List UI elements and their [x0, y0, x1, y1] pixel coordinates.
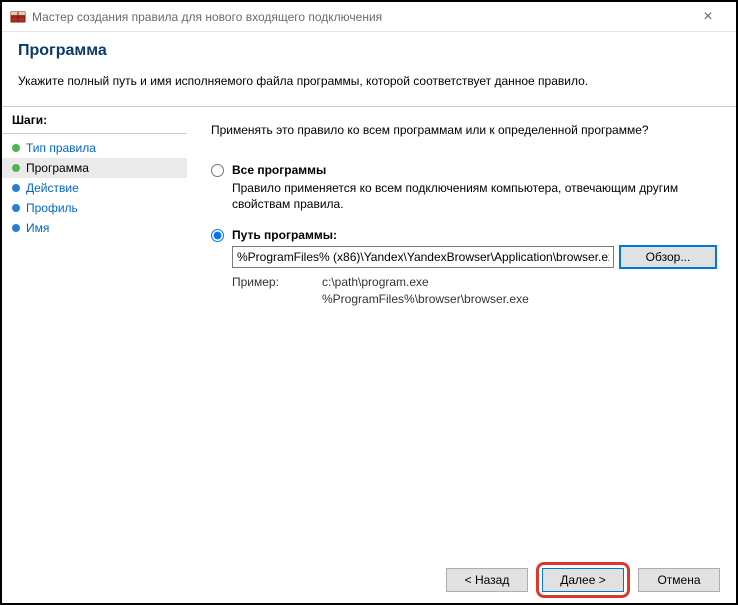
page-title: Программа — [18, 42, 720, 60]
step-rule-type[interactable]: Тип правила — [2, 138, 187, 158]
header: Программа Укажите полный путь и имя испо… — [2, 32, 736, 100]
back-button[interactable]: < Назад — [446, 568, 528, 592]
example-block: Пример: c:\path\program.exe %ProgramFile… — [232, 274, 716, 306]
step-profile[interactable]: Профиль — [2, 198, 187, 218]
next-button[interactable]: Далее > — [542, 568, 624, 592]
radio-all-sub: Правило применяется ко всем подключениям… — [232, 180, 716, 212]
next-highlight: Далее > — [536, 562, 630, 598]
bullet-icon — [12, 224, 20, 232]
page-description: Укажите полный путь и имя исполняемого ф… — [18, 74, 720, 88]
content: Применять это правило ко всем программам… — [187, 107, 736, 555]
firewall-icon — [10, 9, 26, 25]
program-path-input[interactable] — [232, 246, 614, 268]
example-label: Пример: — [232, 274, 292, 306]
wizard-window: Мастер создания правила для нового входя… — [0, 0, 738, 605]
window-title: Мастер создания правила для нового входя… — [32, 10, 688, 24]
browse-button[interactable]: Обзор... — [620, 246, 716, 268]
steps-sidebar: Шаги: Тип правила Программа Действие Про… — [2, 107, 187, 555]
radio-all-programs[interactable] — [211, 164, 224, 177]
cancel-button[interactable]: Отмена — [638, 568, 720, 592]
step-action[interactable]: Действие — [2, 178, 187, 198]
footer: < Назад Далее > Отмена — [2, 555, 736, 603]
bullet-icon — [12, 184, 20, 192]
question-text: Применять это правило ко всем программам… — [211, 123, 716, 137]
radio-program-path[interactable] — [211, 229, 224, 242]
radio-all-label: Все программы — [232, 163, 326, 177]
example-lines: c:\path\program.exe %ProgramFiles%\brows… — [322, 274, 529, 306]
bullet-icon — [12, 204, 20, 212]
bullet-icon — [12, 144, 20, 152]
bullet-icon — [12, 164, 20, 172]
steps-heading: Шаги: — [2, 113, 187, 134]
close-button[interactable]: × — [688, 8, 728, 26]
option-program-path: Путь программы: Обзор... Пример: c:\path… — [211, 228, 716, 306]
titlebar: Мастер создания правила для нового входя… — [2, 2, 736, 32]
radio-group: Все программы Правило применяется ко все… — [211, 163, 716, 307]
radio-path-label: Путь программы: — [232, 228, 337, 242]
step-program[interactable]: Программа — [2, 158, 187, 178]
option-all-programs: Все программы Правило применяется ко все… — [211, 163, 716, 212]
body: Шаги: Тип правила Программа Действие Про… — [2, 107, 736, 555]
step-name[interactable]: Имя — [2, 218, 187, 238]
